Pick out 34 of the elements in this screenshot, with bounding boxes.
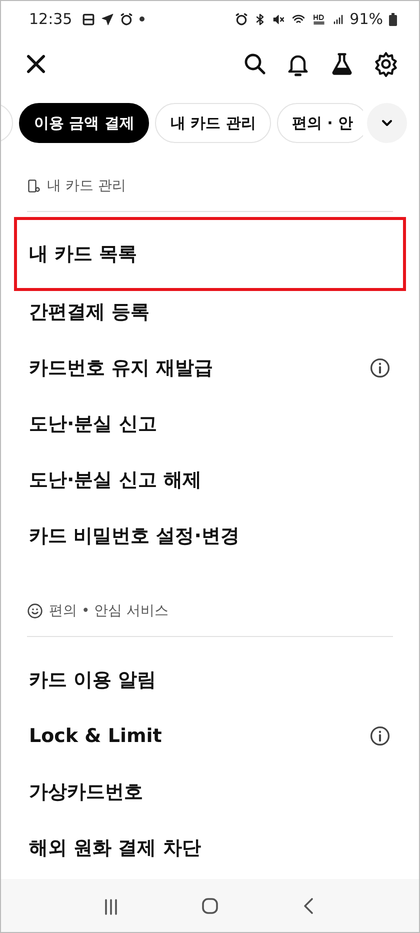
menu-item[interactable]: 카드 비밀번호 설정·변경	[1, 508, 419, 564]
hd-voice-icon	[312, 12, 326, 26]
info-icon[interactable]	[369, 725, 391, 747]
settings-icon[interactable]	[373, 51, 399, 77]
menu-item[interactable]: 해외 원화 결제 차단	[1, 820, 419, 876]
mute-icon	[272, 12, 285, 26]
signal-icon	[332, 12, 344, 26]
bluetooth-icon	[254, 12, 266, 26]
menu-item[interactable]: Lock & Limit	[1, 708, 419, 764]
notification-dot-icon	[139, 16, 146, 22]
wifi-icon	[290, 12, 306, 26]
category-chip[interactable]: 이용 금액 결제	[19, 103, 150, 143]
status-time: 12:35	[29, 10, 72, 28]
menu-item[interactable]: 카드 이용 알림	[1, 652, 419, 708]
menu-item[interactable]: 가상카드번호	[1, 764, 419, 820]
menu-item[interactable]: 내 카드 목록	[14, 217, 406, 291]
menu-item[interactable]: 도난·분실 신고 해제	[1, 452, 419, 508]
category-chip[interactable]: 편의 · 안	[276, 103, 363, 143]
info-icon[interactable]	[369, 357, 391, 379]
menu-item[interactable]: 도난·분실 신고	[1, 396, 419, 452]
battery-icon	[389, 12, 397, 26]
gallery-icon	[82, 12, 96, 26]
smile-icon	[27, 603, 43, 619]
send-icon	[101, 12, 114, 26]
category-chip[interactable]: 내 카드 관리	[155, 103, 271, 143]
alarm-icon	[234, 12, 248, 26]
section-title: 내 카드 관리	[47, 177, 126, 195]
section-title: 편의 • 안심 서비스	[49, 602, 169, 620]
search-icon[interactable]	[243, 52, 267, 76]
menu-item[interactable]: 카드번호 유지 재발급	[1, 340, 419, 396]
card-icon	[27, 178, 41, 194]
home-icon[interactable]	[200, 896, 220, 916]
alarm-icon	[120, 12, 134, 26]
battery-percent: 91%	[350, 10, 383, 28]
